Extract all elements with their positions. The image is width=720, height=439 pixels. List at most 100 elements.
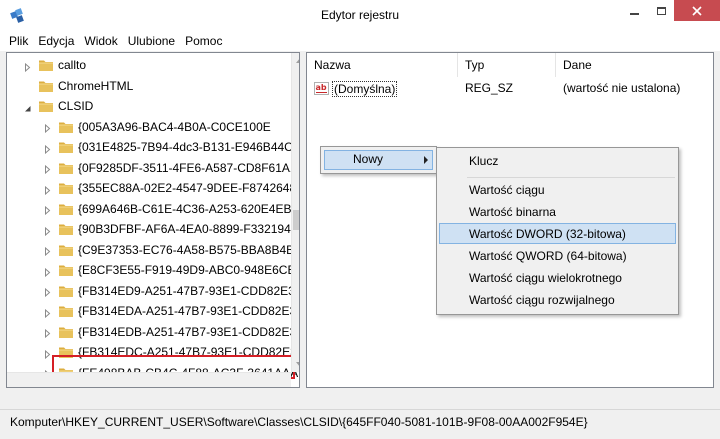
- submenu-item-multi-string-value[interactable]: Wartość ciągu wielokrotnego: [469, 271, 622, 285]
- submenu-item-key[interactable]: Klucz: [469, 154, 498, 168]
- menu-view[interactable]: Widok: [79, 31, 122, 51]
- maximize-button[interactable]: [648, 0, 674, 21]
- tree-item-label: {005A3A96-BAC4-4B0A-C0CE100E: [78, 119, 271, 134]
- folder-icon: [58, 222, 74, 236]
- folder-icon: [58, 181, 74, 195]
- tree-item[interactable]: {FB314EDB-A251-47B7-93E1-CDD82E34A: [43, 322, 300, 342]
- string-value-icon: ab: [314, 82, 330, 96]
- tree-item[interactable]: {E8CF3E55-F919-49D9-ABC0-948E6CB34: [43, 260, 300, 280]
- tree-item-label: {C9E37353-EC76-4A58-B575-BBA8B4BD: [78, 242, 300, 257]
- registry-editor-window: Edytor rejestru Plik Edycja Widok Ulubio…: [0, 0, 720, 439]
- expand-chevron-icon[interactable]: [43, 348, 52, 359]
- menu-help[interactable]: Pomoc: [180, 31, 227, 51]
- submenu-item-expandable-string-value[interactable]: Wartość ciągu rozwijalnego: [469, 293, 615, 307]
- scroll-thumb[interactable]: [293, 210, 299, 230]
- column-header-data[interactable]: Dane: [556, 53, 713, 77]
- value-row[interactable]: ab (Domyślna) REG_SZ (wartość nie ustalo…: [307, 78, 713, 98]
- value-data: (wartość nie ustalona): [563, 81, 681, 95]
- column-header-name[interactable]: Nazwa: [307, 53, 458, 77]
- folder-icon: [58, 325, 74, 339]
- tree-item[interactable]: ChromeHTML: [23, 76, 133, 96]
- tree-item-label: {699A646B-C61E-4C36-A253-620E4EBD2: [78, 201, 300, 216]
- submenu-item-dword-value[interactable]: Wartość DWORD (32-bitowa): [469, 227, 626, 241]
- tree-horizontal-scrollbar[interactable]: [7, 372, 291, 387]
- tree-item[interactable]: {C9E37353-EC76-4A58-B575-BBA8B4BD: [43, 240, 300, 260]
- collapse-chevron-icon[interactable]: [23, 102, 32, 111]
- tree-item-label: {FB314ED9-A251-47B7-93E1-CDD82E34A: [78, 283, 300, 298]
- expand-chevron-icon[interactable]: [43, 143, 52, 154]
- new-submenu: Klucz Wartość ciągu Wartość binarna Wart…: [436, 147, 679, 315]
- context-menu: Nowy: [320, 146, 437, 174]
- column-header-type[interactable]: Typ: [458, 53, 556, 77]
- status-path: Komputer\HKEY_CURRENT_USER\Software\Clas…: [10, 415, 588, 429]
- expand-chevron-icon[interactable]: [43, 245, 52, 257]
- tree-item-label: {355EC88A-02E2-4547-9DEE-F87426484E: [78, 181, 300, 195]
- folder-icon: [58, 120, 74, 134]
- tree-item[interactable]: {005A3A96-BAC4-4B0A-C0CE100E: [43, 117, 271, 137]
- tree-item[interactable]: {699A646B-C61E-4C36-A253-620E4EBD2: [43, 199, 300, 219]
- submenu-item-string-value[interactable]: Wartość ciągu: [469, 183, 545, 197]
- folder-icon: [38, 79, 54, 93]
- tree-item-label: {E8CF3E55-F919-49D9-ABC0-948E6CB34: [78, 263, 300, 277]
- tree-item[interactable]: CLSID: [23, 96, 93, 116]
- submenu-arrow-icon: [424, 156, 428, 164]
- tree-item-label: callto: [58, 58, 87, 72]
- svg-text:ab: ab: [316, 83, 327, 92]
- folder-icon: [58, 263, 74, 277]
- tree-item[interactable]: {031E4825-7B94-4dc3-B131-E946B44C8D: [43, 137, 300, 157]
- expand-chevron-icon[interactable]: [43, 327, 52, 339]
- menu-edit[interactable]: Edycja: [33, 31, 79, 51]
- tree-item[interactable]: {FB314EDA-A251-47B7-93E1-CDD82E34A: [43, 301, 300, 321]
- submenu-separator: [467, 177, 675, 178]
- folder-icon: [58, 304, 74, 318]
- folder-icon: [58, 202, 74, 216]
- tree-item-label: {FB314EDC-A251-47B7-93E1-CDD82E34A: [78, 345, 300, 359]
- folder-icon: [58, 345, 74, 359]
- tree-item-label: {0F9285DF-3511-4FE6-A587-CD8F61A12: [78, 160, 300, 175]
- close-button[interactable]: [674, 0, 720, 21]
- folder-icon: [38, 58, 54, 72]
- expand-chevron-icon[interactable]: [43, 307, 52, 318]
- expand-chevron-icon[interactable]: [43, 204, 52, 216]
- expand-chevron-icon[interactable]: [43, 225, 52, 236]
- context-menu-new-label: Nowy: [353, 152, 384, 166]
- tree-item-label: CLSID: [58, 99, 94, 113]
- folder-icon: [58, 161, 74, 175]
- tree-vertical-scrollbar[interactable]: [291, 53, 299, 372]
- value-name-cell: ab (Domyślna): [314, 81, 398, 97]
- expand-chevron-icon[interactable]: [43, 266, 52, 277]
- value-type: REG_SZ: [465, 81, 514, 95]
- menu-bar: Plik Edycja Widok Ulubione Pomoc: [0, 31, 720, 51]
- maximize-icon: [656, 6, 666, 15]
- expand-chevron-icon[interactable]: [43, 286, 52, 298]
- minimize-icon: [630, 12, 639, 15]
- tree-item-label: {FB314EDB-A251-47B7-93E1-CDD82E34A: [78, 324, 300, 339]
- tree-item-label: {031E4825-7B94-4dc3-B131-E946B44C8D: [78, 140, 300, 154]
- status-bar: Komputer\HKEY_CURRENT_USER\Software\Clas…: [0, 409, 720, 433]
- tree-item[interactable]: {355EC88A-02E2-4547-9DEE-F87426484E: [43, 178, 300, 198]
- folder-icon: [38, 99, 54, 113]
- submenu-item-qword-value[interactable]: Wartość QWORD (64-bitowa): [469, 249, 627, 263]
- expand-chevron-icon[interactable]: [23, 61, 32, 72]
- expand-chevron-icon[interactable]: [43, 163, 52, 175]
- menu-favorites[interactable]: Ulubione: [123, 31, 180, 51]
- tree-item[interactable]: {FB314EDC-A251-47B7-93E1-CDD82E34A: [43, 342, 300, 362]
- key-tree[interactable]: callto ChromeHTML CLSID {005A3A96-BAC4-4B0A…: [6, 52, 300, 388]
- folder-icon: [58, 284, 74, 298]
- expand-chevron-icon[interactable]: [43, 184, 52, 195]
- value-name: (Domyślna): [332, 81, 398, 97]
- close-icon: [692, 5, 702, 16]
- tree-item[interactable]: {90B3DFBF-AF6A-4EA0-8899-F33219469: [43, 219, 299, 239]
- folder-icon: [58, 243, 74, 257]
- expand-chevron-icon[interactable]: [43, 122, 52, 134]
- tree-item-label: ChromeHTML: [58, 78, 134, 93]
- minimize-button[interactable]: [621, 0, 648, 21]
- menu-file[interactable]: Plik: [0, 31, 33, 51]
- tree-item[interactable]: {0F9285DF-3511-4FE6-A587-CD8F61A12: [43, 158, 300, 178]
- submenu-item-binary-value[interactable]: Wartość binarna: [469, 205, 556, 219]
- tree-item[interactable]: {FB314ED9-A251-47B7-93E1-CDD82E34A: [43, 281, 300, 301]
- tree-item-label: {FB314EDA-A251-47B7-93E1-CDD82E34A: [78, 304, 300, 318]
- tree-item[interactable]: callto: [23, 55, 86, 75]
- window-title: Edytor rejestru: [320, 8, 400, 22]
